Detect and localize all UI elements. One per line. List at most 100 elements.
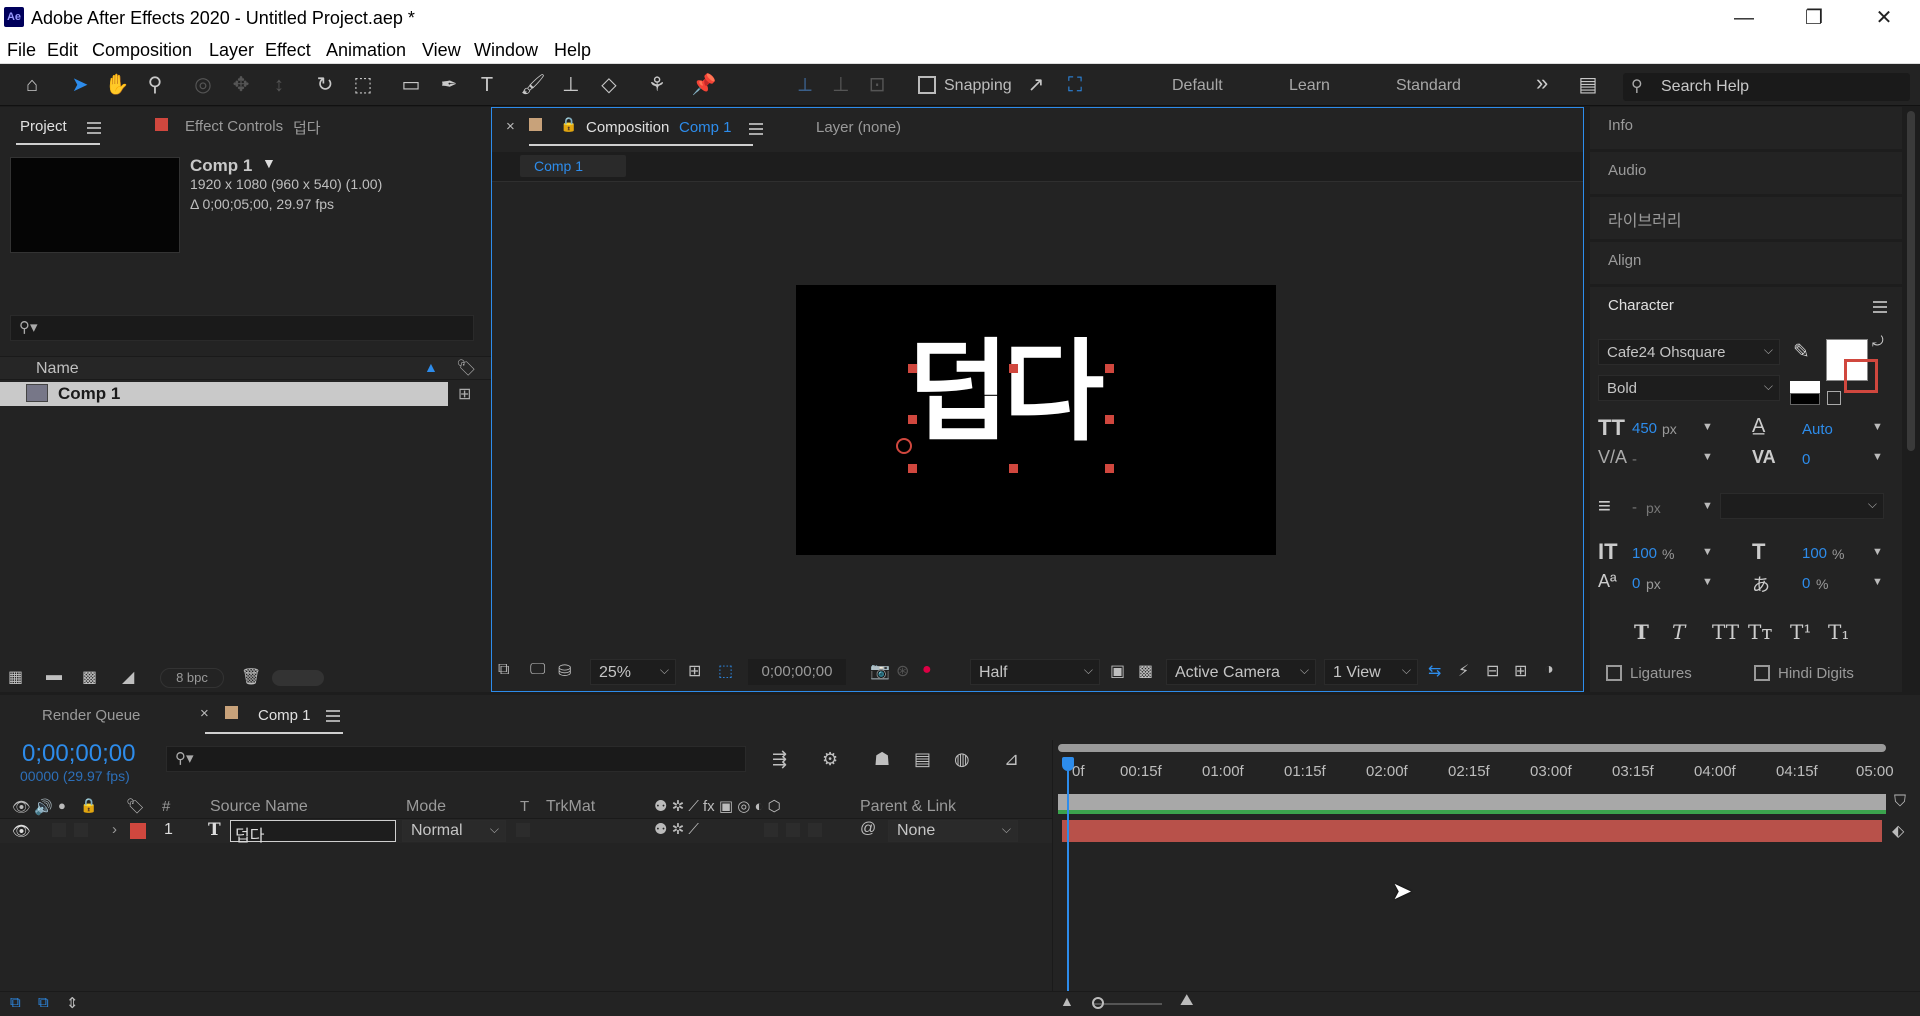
snapshot-icon[interactable]: 📷 xyxy=(870,661,890,681)
info-panel-header[interactable]: Info xyxy=(1590,107,1902,149)
layer-duration-bar[interactable] xyxy=(1062,820,1882,842)
chevron-down-icon[interactable]: ▼ xyxy=(1872,576,1883,588)
layer-name-input[interactable]: 덥다 xyxy=(230,820,396,845)
project-settings-icon[interactable]: ◢ xyxy=(122,667,134,687)
pan-camera-icon[interactable]: ✥ xyxy=(226,70,256,100)
shy-layers-icon[interactable]: ☗ xyxy=(874,749,890,770)
channels-icon[interactable]: ● xyxy=(922,661,932,679)
layer-lock-box[interactable] xyxy=(74,823,88,837)
small-caps-button[interactable]: Tт xyxy=(1748,620,1772,644)
flowchart-icon[interactable]: ⊞ xyxy=(458,384,471,404)
sort-ascending-icon[interactable]: ▲ xyxy=(424,359,438,375)
snapping-checkbox[interactable] xyxy=(918,76,936,94)
set-white-swatch[interactable] xyxy=(1790,381,1820,393)
tab-composition[interactable]: Composition xyxy=(586,119,669,136)
right-panel-scrollbar[interactable] xyxy=(1902,107,1920,692)
display-icon[interactable]: 🖵 xyxy=(530,661,545,679)
search-help-input[interactable]: ⚲ Search Help xyxy=(1623,73,1910,101)
scrollbar-thumb[interactable] xyxy=(1907,111,1915,451)
project-menu-icon[interactable] xyxy=(87,122,101,134)
camera-dropdown[interactable]: Active Camera ⌵ xyxy=(1166,659,1316,685)
new-folder-icon[interactable]: ▬ xyxy=(46,667,62,685)
pick-whip-icon[interactable]: @ xyxy=(860,820,876,838)
work-area-bar[interactable] xyxy=(1058,794,1886,810)
close-button[interactable]: ✕ xyxy=(1864,3,1904,33)
workspace-panel-icon[interactable]: ▤ xyxy=(1573,70,1603,100)
show-snapshot-icon[interactable]: ⊛ xyxy=(896,661,909,681)
parent-dropdown[interactable]: None ⌵ xyxy=(888,820,1018,842)
column-trkmat[interactable]: TrkMat xyxy=(546,798,595,816)
chevron-down-icon[interactable]: ▼ xyxy=(1872,546,1883,558)
workspace-learn[interactable]: Learn xyxy=(1289,77,1330,95)
time-ruler[interactable]: 0f 00:15f 01:00f 01:15f 02:00f 02:15f 03… xyxy=(1058,757,1894,791)
no-fill-icon[interactable] xyxy=(1827,391,1841,405)
chevron-down-icon[interactable]: ▼ xyxy=(1702,421,1713,433)
timeline-zoom-slider-thumb[interactable] xyxy=(1092,997,1104,1009)
tab-layer[interactable]: Layer (none) xyxy=(816,119,901,136)
zoom-out-icon[interactable]: ▲ xyxy=(1060,993,1074,1009)
layer-switch-box[interactable] xyxy=(764,823,778,837)
column-parent-link[interactable]: Parent & Link xyxy=(860,798,956,816)
menu-view[interactable]: View xyxy=(422,40,461,61)
ligatures-checkbox[interactable] xyxy=(1606,665,1622,681)
close-tab-icon[interactable]: × xyxy=(200,705,209,722)
draft-3d-icon[interactable]: ⚙ xyxy=(822,749,838,770)
roto-brush-icon[interactable]: ⚘ xyxy=(642,70,672,100)
motion-blur-icon[interactable]: ◍ xyxy=(954,749,970,770)
chevron-down-icon[interactable]: ▼ xyxy=(1872,421,1883,433)
subscript-button[interactable]: T₁ xyxy=(1828,620,1849,644)
timeline-icon[interactable]: ⊟ xyxy=(1486,661,1499,681)
mask-visibility-icon[interactable]: ⛁ xyxy=(558,661,571,681)
swap-colors-icon[interactable]: ⤾ xyxy=(1872,333,1884,350)
minimize-button[interactable]: — xyxy=(1724,3,1764,33)
thumbnail-slider[interactable] xyxy=(272,670,324,686)
list-item[interactable]: Comp 1 xyxy=(0,382,448,406)
chevron-down-icon[interactable]: ▼ xyxy=(1702,546,1713,558)
transform-handle[interactable] xyxy=(1009,464,1018,473)
faux-italic-button[interactable]: T xyxy=(1672,620,1685,644)
bpc-button[interactable]: 8 bpc xyxy=(160,668,224,688)
anchor-point-icon[interactable] xyxy=(896,438,912,454)
current-time-display[interactable]: 0;00;00;00 xyxy=(748,659,846,685)
hand-tool-icon[interactable]: ✋ xyxy=(102,70,132,100)
set-black-swatch[interactable] xyxy=(1790,393,1820,405)
layer-solo-box[interactable] xyxy=(52,823,66,837)
menu-animation[interactable]: Animation xyxy=(326,40,406,61)
audio-panel-header[interactable]: Audio xyxy=(1590,152,1902,194)
stroke-style-dropdown[interactable]: ⌵ xyxy=(1720,493,1884,519)
lock-icon[interactable]: 🔒 xyxy=(560,116,577,133)
rectangle-tool-icon[interactable]: ▭ xyxy=(396,70,426,100)
frame-blending-icon[interactable]: ▤ xyxy=(914,749,931,770)
label-tag-icon[interactable]: 🏷 xyxy=(456,358,476,378)
column-name[interactable]: Name xyxy=(36,360,79,378)
workspace-standard[interactable]: Standard xyxy=(1396,77,1461,95)
interpret-footage-icon[interactable]: ▦ xyxy=(8,667,23,687)
project-search-input[interactable]: ⚲▾ xyxy=(10,315,474,341)
viewer-area[interactable]: 덥다 xyxy=(492,183,1583,653)
time-navigator-bar[interactable] xyxy=(1058,744,1886,752)
layer-switch-box[interactable] xyxy=(786,823,800,837)
timeline-timecode[interactable]: 0;00;00;00 xyxy=(22,740,135,768)
tab-composition-name[interactable]: Comp 1 xyxy=(679,119,732,136)
transfer-controls-toggle-icon[interactable]: ⧉ xyxy=(38,994,49,1011)
home-icon[interactable]: ⌂ xyxy=(17,70,47,100)
resolution-dropdown[interactable]: Half ⌵ xyxy=(970,659,1100,685)
zoom-in-icon[interactable]: ⛰ xyxy=(1180,992,1193,1010)
new-comp-icon[interactable]: ▩ xyxy=(82,667,97,687)
layer-label-color[interactable] xyxy=(130,823,146,839)
always-preview-icon[interactable]: ⧉ xyxy=(498,661,509,679)
tab-project[interactable]: Project xyxy=(20,118,67,135)
timeline-search-input[interactable]: ⚲▾ xyxy=(166,746,746,772)
timeline-menu-icon[interactable] xyxy=(326,710,340,722)
font-size-value[interactable]: 450 xyxy=(1632,420,1657,437)
tsume-value[interactable]: 0 xyxy=(1802,575,1810,592)
comp-canvas[interactable]: 덥다 xyxy=(796,285,1276,555)
axis-view-icon[interactable]: ⊡ xyxy=(862,70,892,100)
layer-list-empty-area[interactable] xyxy=(0,845,1052,990)
toggle-pixel-aspect-icon[interactable]: ⇆ xyxy=(1428,661,1441,681)
workspace-default[interactable]: Default xyxy=(1172,77,1223,95)
menu-effect[interactable]: Effect xyxy=(265,40,311,61)
expand-chevron-icon[interactable]: › xyxy=(112,821,117,838)
transform-handle[interactable] xyxy=(1105,415,1114,424)
chevron-down-icon[interactable]: ▼ xyxy=(1702,500,1713,512)
